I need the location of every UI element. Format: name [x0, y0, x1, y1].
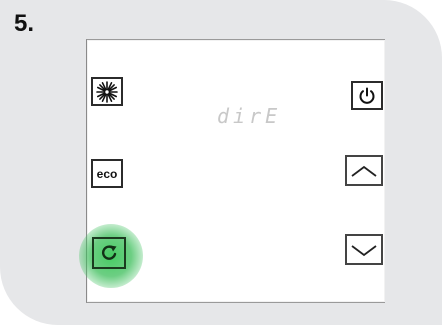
up-button[interactable] [345, 155, 383, 186]
power-button[interactable] [351, 81, 383, 110]
chevron-up-icon [351, 165, 377, 177]
down-button[interactable] [345, 234, 383, 265]
eco-label: eco [96, 166, 118, 181]
eco-button[interactable]: eco [91, 159, 123, 188]
sun-icon [96, 80, 118, 103]
lcd-display: dirE [217, 104, 282, 128]
refresh-icon [101, 245, 117, 260]
chevron-down-icon [351, 244, 377, 256]
sun-button[interactable] [91, 77, 123, 106]
power-icon [359, 87, 375, 104]
refresh-button[interactable] [92, 237, 126, 269]
instruction-card: 5. eco dirE [0, 0, 442, 325]
step-number: 5. [14, 10, 35, 37]
